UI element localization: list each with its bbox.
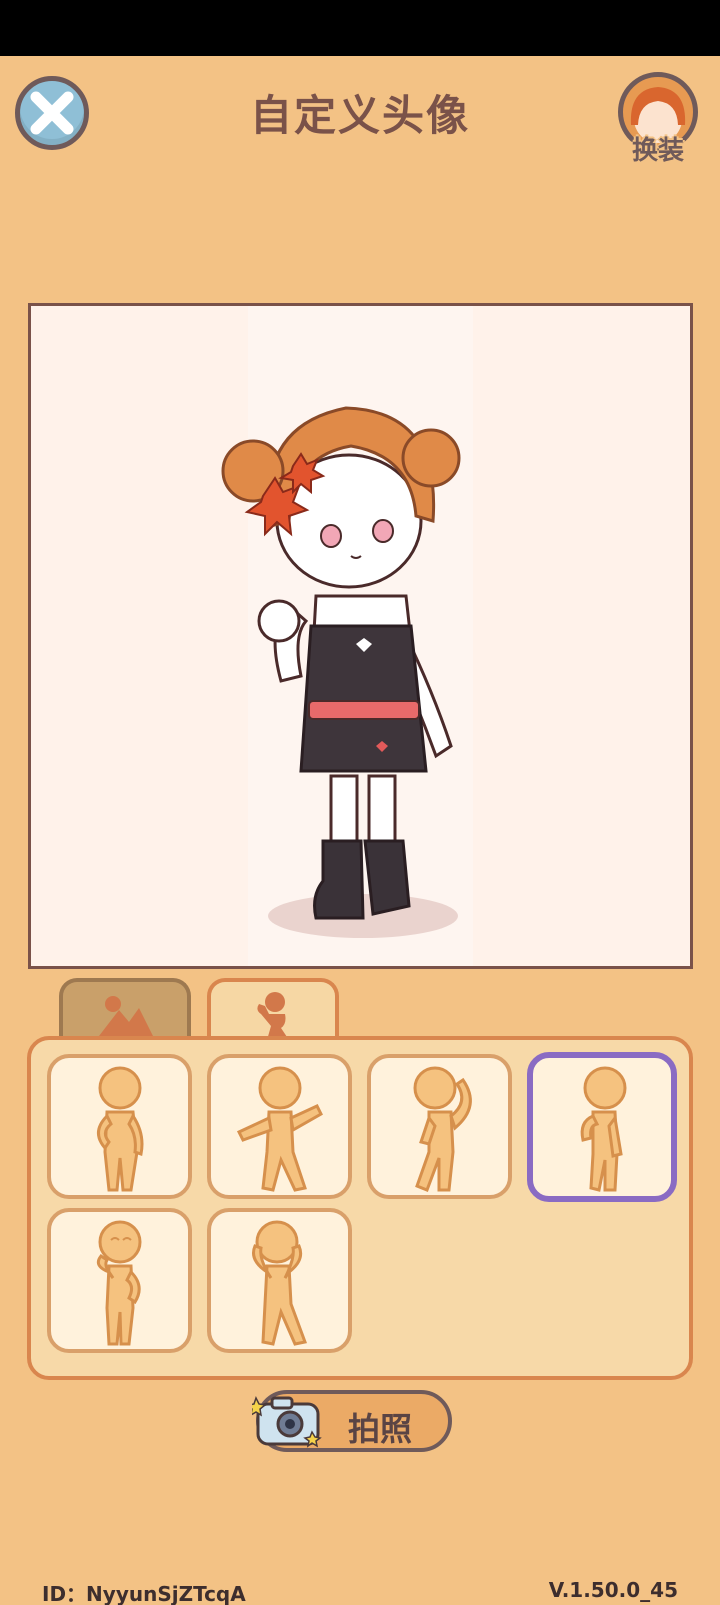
page-title: 自定义头像: [249, 91, 470, 140]
status-bar: [0, 0, 720, 56]
camera-icon: [252, 1396, 322, 1448]
pose-panel: [27, 1036, 693, 1380]
pose-option-2[interactable]: [207, 1054, 352, 1199]
pose-option-6[interactable]: [207, 1208, 352, 1353]
dress-up-button[interactable]: 换装: [616, 72, 700, 168]
pose-peace-icon: [251, 1220, 307, 1346]
pose-arms-out-icon: [236, 1066, 323, 1192]
pose-option-1[interactable]: [47, 1054, 192, 1199]
pose-option-4[interactable]: [527, 1052, 677, 1202]
take-photo-label: 拍照: [348, 1410, 413, 1448]
pose-salute-icon: [413, 1066, 472, 1192]
avatar-preview: [28, 303, 693, 969]
pose-icon: [257, 992, 289, 1040]
pose-thinking-icon: [96, 1220, 141, 1345]
pose-wave-icon: [580, 1066, 627, 1192]
pose-option-5[interactable]: [47, 1208, 192, 1353]
character-illustration: [221, 406, 461, 938]
pose-option-3[interactable]: [367, 1054, 512, 1199]
dress-up-label: 换装: [631, 136, 684, 166]
version-label: V.1.50.0_45: [548, 1578, 678, 1602]
user-id: ID：NyyunSjZTcqA: [42, 1582, 246, 1605]
landscape-icon: [99, 996, 153, 1036]
pose-hand-on-hip-icon: [96, 1066, 143, 1191]
